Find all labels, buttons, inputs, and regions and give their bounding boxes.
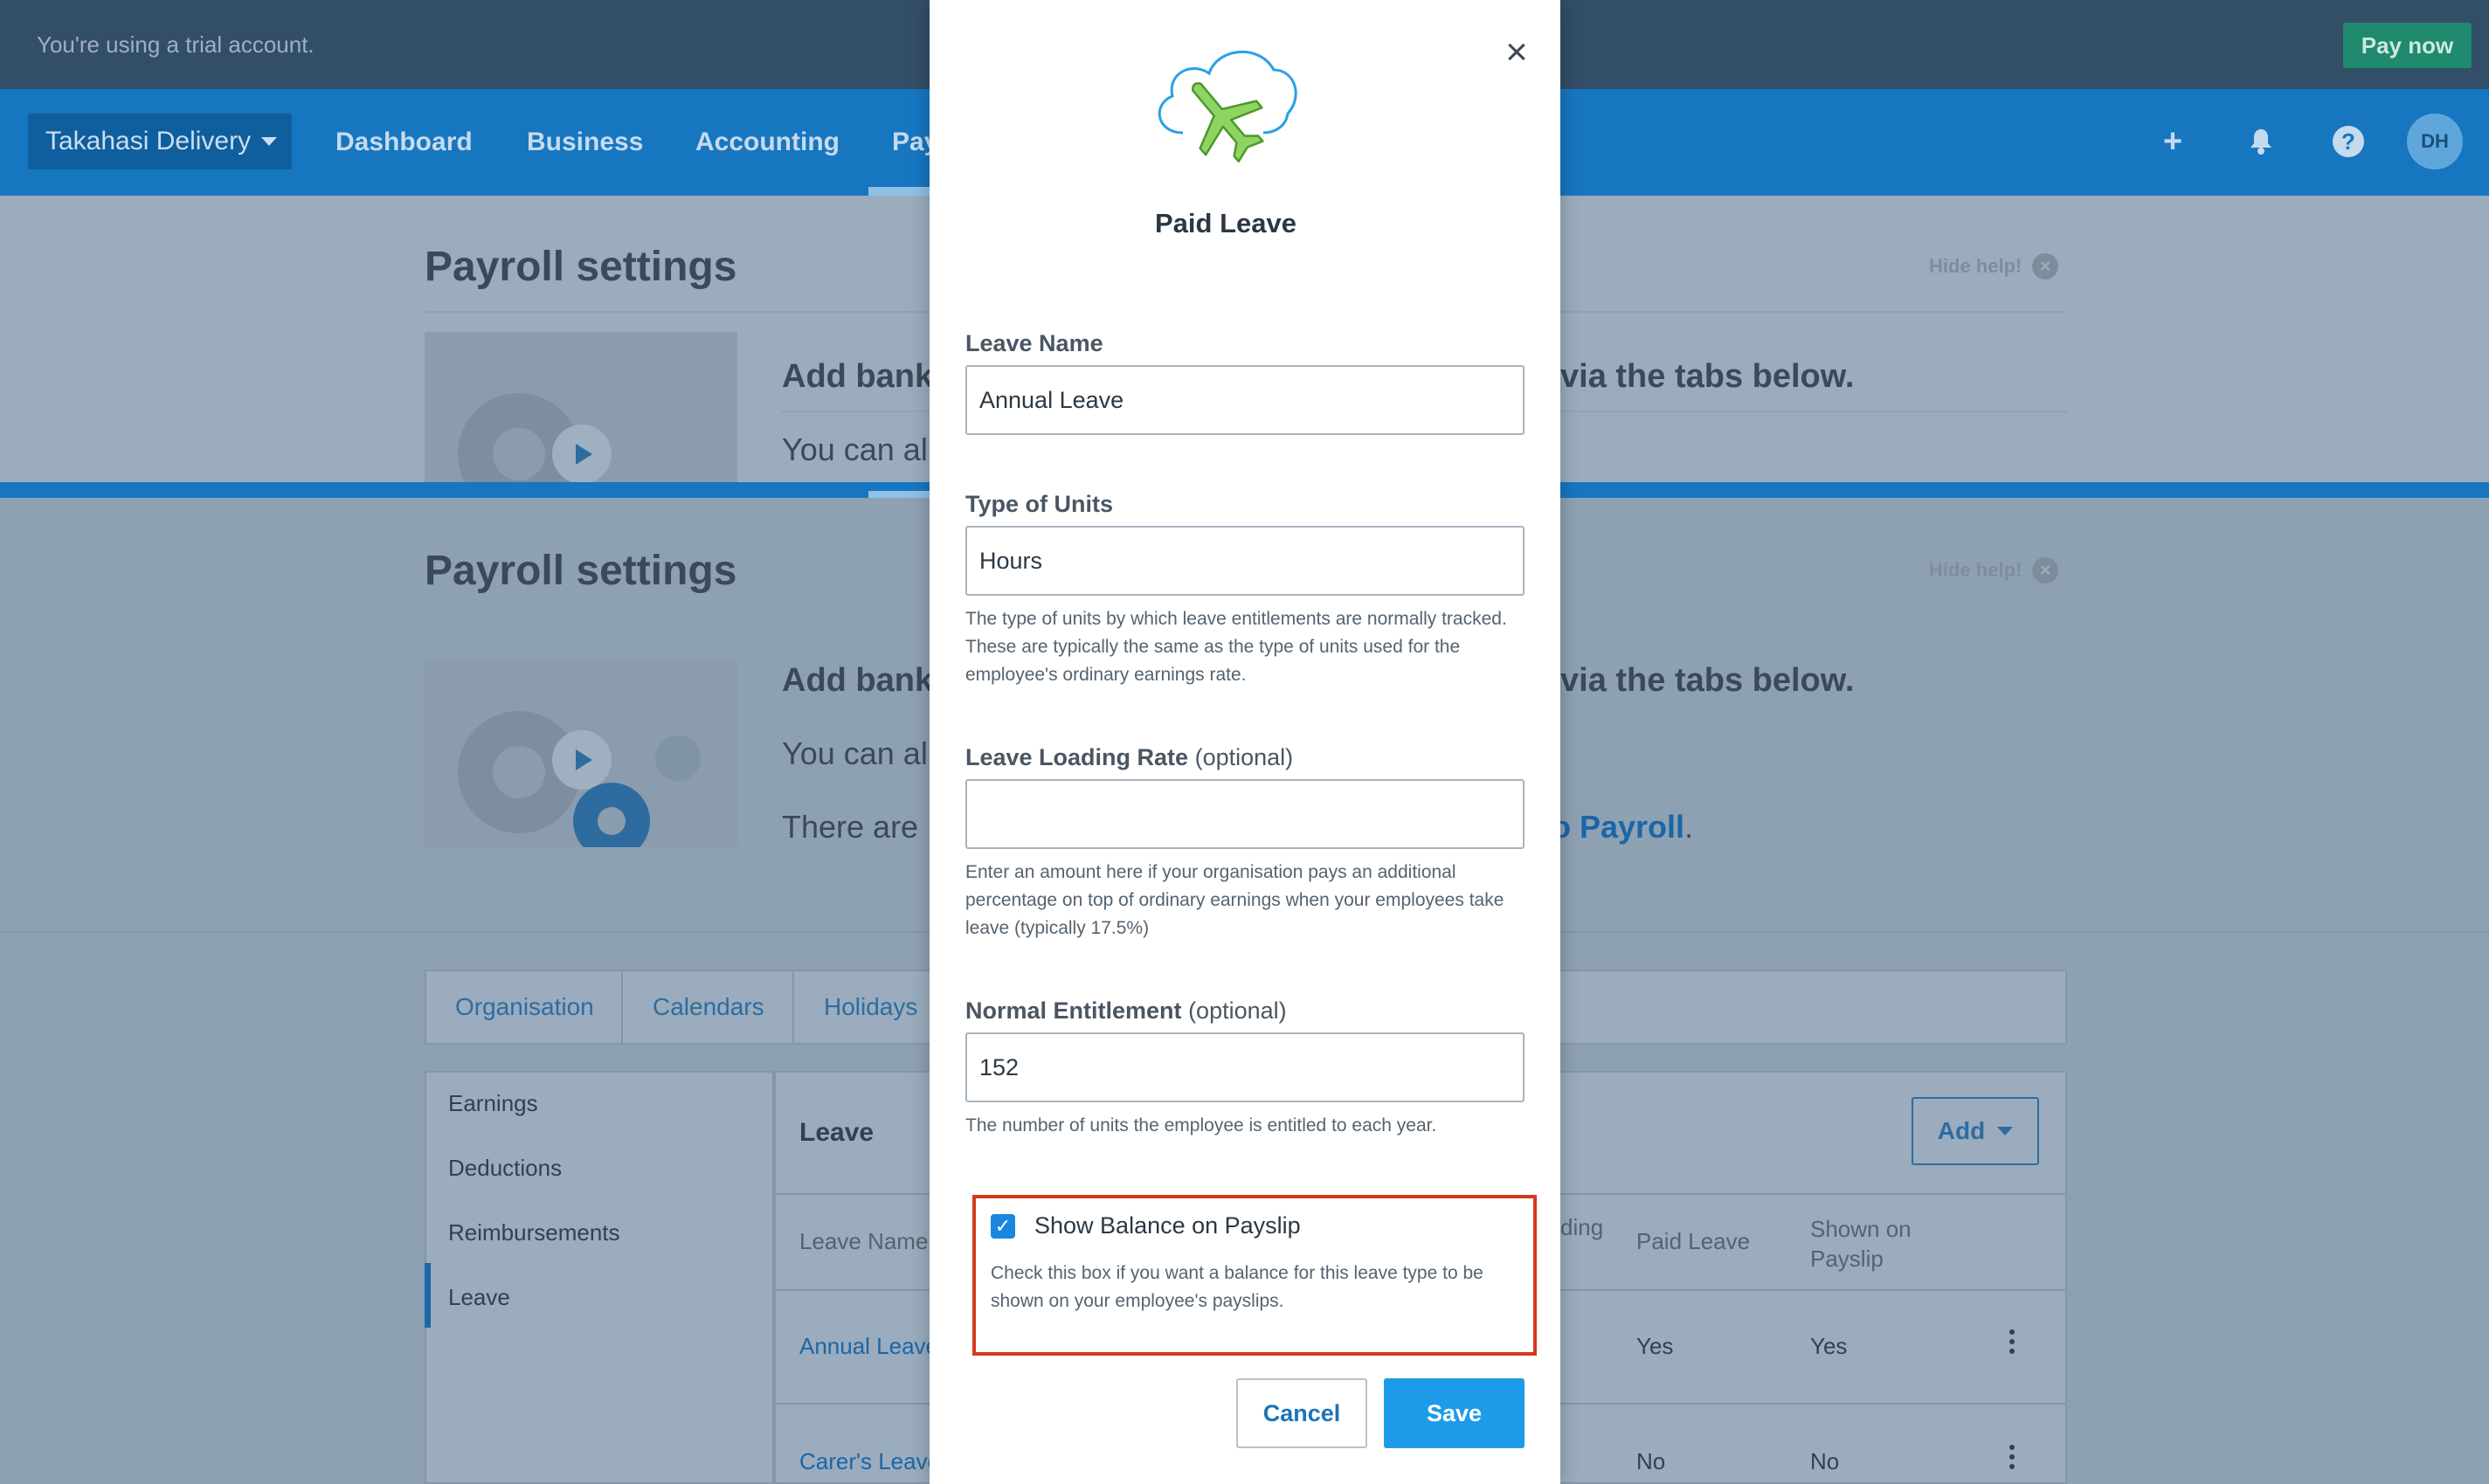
- help-line-1: You can al: [782, 431, 928, 467]
- organisation-name: Takahasi Delivery: [45, 127, 252, 155]
- help-payroll-link-text: o Payroll: [1552, 809, 1685, 845]
- optional-tag: (optional): [1194, 744, 1294, 770]
- sidebar-item-leave[interactable]: Leave: [448, 1284, 510, 1311]
- close-icon[interactable]: ×: [1499, 31, 1534, 73]
- tab-holidays[interactable]: Holidays: [824, 970, 917, 1045]
- nav-accounting[interactable]: Accounting: [695, 128, 840, 157]
- help-video-thumbnail[interactable]: [425, 332, 737, 482]
- help-heading-end: via the tabs below.: [1560, 662, 1855, 699]
- help-video-thumbnail[interactable]: [425, 662, 737, 847]
- column-header-loading: ding: [1560, 1214, 1604, 1240]
- normal-entitlement-hint: The number of units the employee is enti…: [965, 1115, 1437, 1135]
- tab-divider: [792, 970, 794, 1045]
- pay-now-button[interactable]: Pay now: [2343, 23, 2472, 68]
- shown-on-payslip-value: Yes: [1810, 1333, 1848, 1359]
- page-title: Payroll settings: [425, 548, 737, 594]
- normal-entitlement-label-text: Normal Entitlement: [965, 997, 1182, 1024]
- show-balance-hint: Check this box if you want a balance for…: [991, 1263, 1483, 1311]
- leave-loading-rate-label-text: Leave Loading Rate: [965, 744, 1189, 770]
- normal-entitlement-field[interactable]: [965, 1032, 1525, 1102]
- help-line-1: You can al: [782, 735, 928, 771]
- nav-dashboard[interactable]: Dashboard: [335, 128, 473, 157]
- type-of-units-field[interactable]: [965, 526, 1525, 596]
- help-payroll-link[interactable]: o Payroll.: [1552, 809, 1693, 846]
- leave-name-link[interactable]: Carer's Leave: [799, 1448, 940, 1475]
- column-header-leave-name: Leave Name: [799, 1228, 929, 1254]
- leave-name-field[interactable]: [965, 365, 1525, 435]
- sidebar-item-reimbursements[interactable]: Reimbursements: [448, 1219, 620, 1246]
- show-balance-label[interactable]: Show Balance on Payslip: [1034, 1212, 1301, 1239]
- leave-loading-rate-hint: Enter an amount here if your organisatio…: [965, 862, 1504, 938]
- page-title: Payroll settings: [425, 244, 737, 290]
- close-icon[interactable]: ×: [2032, 557, 2058, 583]
- tab-organisation[interactable]: Organisation: [455, 970, 594, 1045]
- paid-leave-value: No: [1636, 1448, 1666, 1474]
- organisation-switcher[interactable]: Takahasi Delivery: [28, 114, 292, 169]
- sidebar-active-indicator: [425, 1263, 431, 1328]
- panel-title: Leave: [799, 1118, 875, 1147]
- add-button[interactable]: Add: [1912, 1097, 2039, 1165]
- help-heading-end: via the tabs below.: [1560, 358, 1855, 395]
- leave-loading-rate-field[interactable]: [965, 779, 1525, 849]
- show-balance-checkbox[interactable]: ✓: [991, 1214, 1015, 1239]
- help-line-2: There are: [782, 809, 919, 845]
- type-of-units-label: Type of Units: [965, 491, 1114, 517]
- tab-divider: [621, 970, 623, 1045]
- settings-sidebar: [425, 1071, 774, 1484]
- optional-tag: (optional): [1188, 997, 1287, 1024]
- sidebar-item-deductions[interactable]: Deductions: [448, 1155, 562, 1182]
- help-heading-start: Add bank: [782, 358, 934, 395]
- sidebar-item-earnings[interactable]: Earnings: [448, 1090, 538, 1117]
- row-menu-icon[interactable]: [2009, 1445, 2016, 1469]
- help-icon[interactable]: ?: [2333, 126, 2364, 157]
- save-button[interactable]: Save: [1384, 1378, 1525, 1448]
- tab-calendars[interactable]: Calendars: [653, 970, 764, 1045]
- airplane-cloud-icon: [1148, 35, 1305, 179]
- column-header-paid-leave: Paid Leave: [1636, 1228, 1751, 1254]
- close-icon[interactable]: ×: [2032, 253, 2058, 280]
- leave-name-label: Leave Name: [965, 330, 1103, 356]
- row-menu-icon[interactable]: [2009, 1329, 2016, 1354]
- paid-leave-value: Yes: [1636, 1333, 1674, 1359]
- leave-loading-rate-label: Leave Loading Rate (optional): [965, 744, 1293, 771]
- nav-active-indicator: [868, 491, 931, 498]
- nav-active-indicator: [868, 187, 931, 196]
- help-heading-start: Add bank: [782, 662, 934, 699]
- leave-name-link[interactable]: Annual Leave: [799, 1333, 938, 1360]
- nav-business[interactable]: Business: [527, 128, 643, 157]
- type-of-units-hint: The type of units by which leave entitle…: [965, 609, 1507, 685]
- plus-icon[interactable]: +: [2155, 123, 2190, 160]
- column-header-shown-on-payslip: Shown on Payslip: [1810, 1216, 1912, 1272]
- bell-icon[interactable]: [2244, 124, 2278, 159]
- cancel-button[interactable]: Cancel: [1236, 1378, 1367, 1448]
- avatar[interactable]: DH: [2407, 114, 2463, 169]
- trial-message: You're using a trial account.: [37, 31, 315, 58]
- dialog-title: Paid Leave: [1155, 208, 1296, 238]
- chevron-down-icon: [261, 137, 278, 146]
- normal-entitlement-label: Normal Entitlement (optional): [965, 997, 1287, 1025]
- shown-on-payslip-value: No: [1810, 1448, 1840, 1474]
- hide-help-link[interactable]: Hide help!: [1929, 559, 2022, 582]
- hide-help-link[interactable]: Hide help!: [1929, 255, 2022, 278]
- add-button-label: Add: [1937, 1117, 1986, 1144]
- chevron-down-icon: [1997, 1127, 2014, 1135]
